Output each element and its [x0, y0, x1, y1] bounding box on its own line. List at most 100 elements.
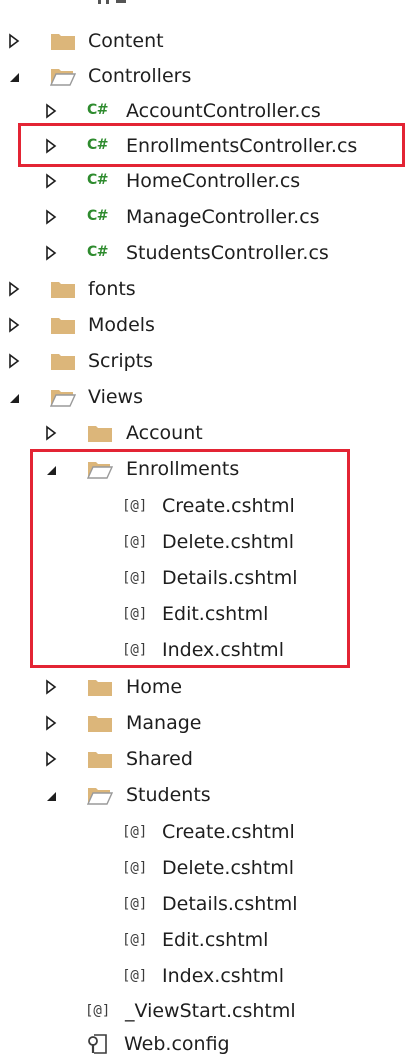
expand-arrow-collapsed-icon[interactable] [45, 209, 57, 225]
folder-icon [51, 354, 75, 370]
expand-arrow-collapsed-icon[interactable] [8, 317, 20, 333]
open-folder-icon [87, 462, 113, 479]
tree-item-label: Students [126, 784, 211, 806]
tree-item-label: Delete.cshtml [162, 531, 295, 553]
tree-item-controllers-folder[interactable]: Controllers [0, 59, 409, 93]
tree-item-label: Details.cshtml [162, 893, 298, 915]
tree-item-account-folder[interactable]: Account [0, 416, 409, 450]
razor-file-icon: [@] [122, 498, 148, 514]
razor-file-icon: [@] [122, 860, 148, 876]
tree-item-label: Delete.cshtml [162, 857, 295, 879]
tree-item-manage-folder[interactable]: Manage [0, 706, 409, 740]
tree-item-label: Home [126, 676, 183, 698]
tree-item-enrollments-index[interactable]: [@] Index.cshtml [0, 633, 409, 667]
tree-item-students-controller[interactable]: C# StudentsController.cs [0, 236, 409, 270]
tree-item-students-edit[interactable]: [@] Edit.cshtml [0, 923, 409, 957]
folder-icon [88, 680, 112, 696]
config-file-icon [88, 1034, 107, 1054]
clipped-row-fragment [98, 0, 126, 4]
expand-arrow-collapsed-icon[interactable] [45, 715, 57, 731]
expand-arrow-collapsed-icon[interactable] [45, 245, 57, 261]
csharp-file-icon: C# [87, 208, 109, 224]
tree-item-label: ManageController.cs [126, 206, 320, 228]
expand-arrow-expanded-icon[interactable] [45, 787, 57, 803]
tree-item-students-folder[interactable]: Students [0, 778, 409, 812]
razor-file-icon: [@] [122, 606, 148, 622]
folder-icon [88, 426, 112, 442]
tree-item-shared-folder[interactable]: Shared [0, 742, 409, 776]
tree-item-scripts-folder[interactable]: Scripts [0, 344, 409, 378]
tree-item-label: Edit.cshtml [162, 929, 269, 951]
expand-arrow-expanded-icon[interactable] [45, 461, 57, 477]
tree-item-home-controller[interactable]: C# HomeController.cs [0, 164, 409, 198]
tree-item-label: Index.cshtml [162, 965, 284, 987]
razor-file-icon: [@] [122, 570, 148, 586]
tree-item-enrollments-create[interactable]: [@] Create.cshtml [0, 489, 409, 523]
expand-arrow-collapsed-icon[interactable] [45, 138, 57, 154]
csharp-file-icon: C# [87, 137, 109, 153]
csharp-file-icon: C# [87, 244, 109, 260]
tree-item-label: Create.cshtml [162, 495, 295, 517]
expand-arrow-collapsed-icon[interactable] [45, 751, 57, 767]
tree-item-label: AccountController.cs [126, 100, 321, 122]
folder-icon [51, 34, 75, 50]
razor-file-icon: [@] [122, 534, 148, 550]
folder-icon [51, 282, 75, 298]
tree-item-account-controller[interactable]: C# AccountController.cs [0, 94, 409, 128]
tree-item-students-create[interactable]: [@] Create.cshtml [0, 815, 409, 849]
tree-item-label: Account [126, 422, 203, 444]
tree-item-enrollments-delete[interactable]: [@] Delete.cshtml [0, 525, 409, 559]
tree-item-label: Details.cshtml [162, 567, 298, 589]
tree-item-views-folder[interactable]: Views [0, 380, 409, 414]
tree-item-label: StudentsController.cs [126, 242, 329, 264]
tree-item-students-details[interactable]: [@] Details.cshtml [0, 887, 409, 921]
open-folder-icon [87, 788, 113, 805]
open-folder-icon [50, 69, 76, 86]
tree-item-enrollments-details[interactable]: [@] Details.cshtml [0, 561, 409, 595]
expand-arrow-collapsed-icon[interactable] [45, 103, 57, 119]
expand-arrow-collapsed-icon[interactable] [8, 353, 20, 369]
tree-item-label: fonts [88, 278, 136, 300]
tree-item-fonts-folder[interactable]: fonts [0, 272, 409, 306]
razor-file-icon: [@] [85, 1003, 111, 1019]
folder-icon [88, 716, 112, 732]
expand-arrow-collapsed-icon[interactable] [8, 33, 20, 49]
tree-item-label: Shared [126, 748, 193, 770]
tree-item-models-folder[interactable]: Models [0, 308, 409, 342]
tree-item-webconfig[interactable]: Web.config [0, 1027, 409, 1061]
tree-item-enrollments-edit[interactable]: [@] Edit.cshtml [0, 597, 409, 631]
razor-file-icon: [@] [122, 968, 148, 984]
expand-arrow-collapsed-icon[interactable] [45, 679, 57, 695]
folder-icon [88, 752, 112, 768]
tree-item-label: EnrollmentsController.cs [126, 135, 358, 157]
expand-arrow-collapsed-icon[interactable] [8, 281, 20, 297]
tree-item-label: _ViewStart.cshtml [125, 1000, 296, 1022]
tree-item-label: Views [88, 386, 143, 408]
tree-item-content-folder[interactable]: Content [0, 24, 409, 58]
open-folder-icon [50, 390, 76, 407]
tree-item-home-folder[interactable]: Home [0, 670, 409, 704]
expand-arrow-expanded-icon[interactable] [8, 68, 20, 84]
csharp-file-icon: C# [87, 102, 109, 118]
tree-item-enrollments-folder[interactable]: Enrollments [0, 452, 409, 486]
razor-file-icon: [@] [122, 824, 148, 840]
expand-arrow-expanded-icon[interactable] [8, 389, 20, 405]
tree-item-students-delete[interactable]: [@] Delete.cshtml [0, 851, 409, 885]
tree-item-enrollments-controller[interactable]: C# EnrollmentsController.cs [0, 129, 409, 163]
expand-arrow-collapsed-icon[interactable] [45, 425, 57, 441]
tree-item-viewstart[interactable]: [@] _ViewStart.cshtml [0, 994, 409, 1028]
expand-arrow-collapsed-icon[interactable] [45, 173, 57, 189]
tree-item-label: HomeController.cs [126, 170, 301, 192]
tree-item-label: Create.cshtml [162, 821, 295, 843]
tree-item-label: Manage [126, 712, 202, 734]
tree-item-label: Web.config [124, 1033, 230, 1055]
solution-explorer-tree: Content Controllers C# AccountController… [0, 0, 409, 1061]
tree-item-label: Scripts [88, 350, 154, 372]
csharp-file-icon: C# [87, 172, 109, 188]
razor-file-icon: [@] [122, 896, 148, 912]
tree-item-label: Enrollments [126, 458, 240, 480]
tree-item-label: Index.cshtml [162, 639, 284, 661]
tree-item-students-index[interactable]: [@] Index.cshtml [0, 959, 409, 993]
tree-item-manage-controller[interactable]: C# ManageController.cs [0, 200, 409, 234]
tree-item-label: Edit.cshtml [162, 603, 269, 625]
